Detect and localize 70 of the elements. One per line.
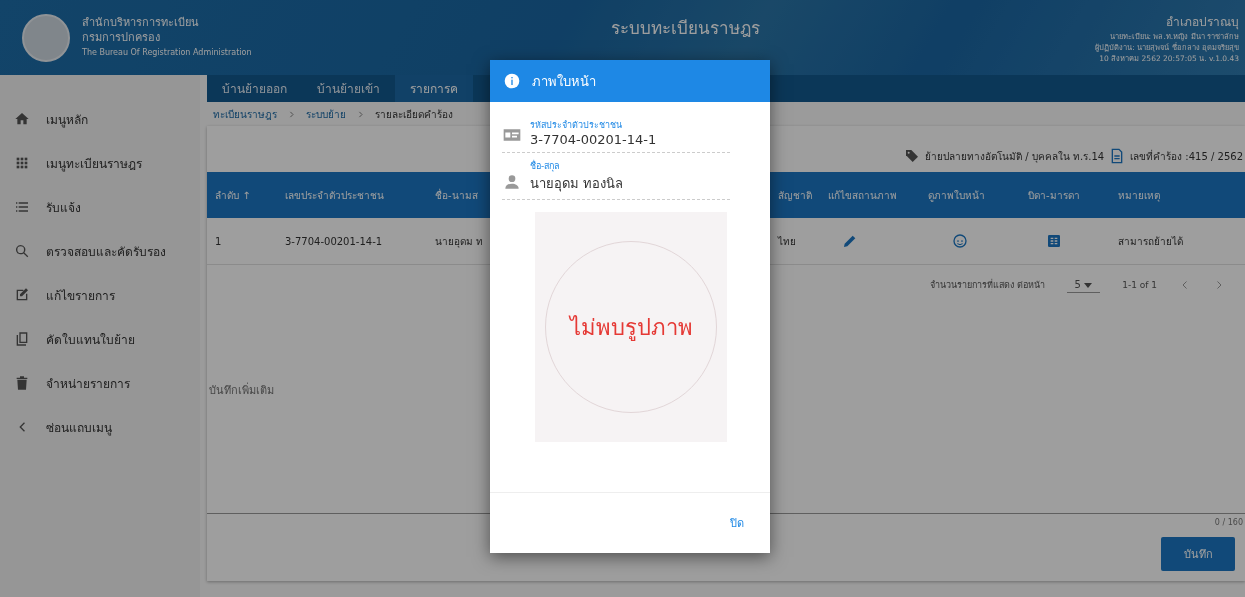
- no-photo-text: ไม่พบรูปภาพ: [569, 313, 693, 343]
- table-cell: นายอุดม ท: [435, 235, 484, 247]
- rows-per-page-select[interactable]: 5: [1066, 277, 1101, 293]
- rows-per-page-label: จำนวนรายการที่แสดง ต่อหน้า: [929, 278, 1045, 292]
- tab[interactable]: รายการค: [395, 75, 473, 102]
- menu-item-icon: [14, 111, 30, 127]
- sidebar-item[interactable]: รับแจ้ง: [0, 185, 200, 229]
- menu-item-icon: [14, 155, 30, 171]
- column-header[interactable]: ดูภาพใบหน้า: [920, 172, 1020, 218]
- app-title: ระบบทะเบียนราษฎร: [610, 17, 761, 40]
- page-range: 1-1 of 1: [1122, 280, 1157, 290]
- menu-label: ตรวจสอบและคัดรับรอง: [46, 243, 166, 261]
- menu-label: ซ่อนแถบเมนู: [46, 419, 112, 437]
- column-header[interactable]: หมายเหตุ: [1110, 172, 1245, 218]
- menu-item-icon: [14, 199, 30, 215]
- column-header[interactable]: ลำดับ ↑: [207, 172, 277, 218]
- sidebar-item[interactable]: เมนูหลัก: [0, 97, 200, 141]
- character-counter: 0 / 160: [1213, 517, 1244, 529]
- breadcrumb-link[interactable]: รายละเอียดคำร้อง: [375, 106, 453, 122]
- org-name: The Bureau Of Registration Administration: [82, 47, 253, 59]
- menu-label: จำหน่ายรายการ: [46, 375, 130, 393]
- menu-label: เมนูหลัก: [46, 111, 88, 129]
- tag-icon: [904, 148, 921, 164]
- table-cell: 3-7704-00201-14-1: [285, 235, 383, 247]
- field-label: รหัสประจำตัวประชาชน: [530, 119, 623, 132]
- emblem-logo: [22, 13, 70, 62]
- breadcrumb-link[interactable]: ระบบย้าย: [306, 106, 346, 122]
- menu-item-icon: [14, 243, 30, 259]
- dialog-title: ภาพใบหน้า: [532, 72, 596, 91]
- breadcrumb-link[interactable]: ทะเบียนราษฎร: [213, 106, 277, 122]
- person-icon: [502, 172, 522, 192]
- menu-item-icon: [14, 287, 30, 303]
- office-name: อำเภอปราณบุ: [1166, 13, 1239, 31]
- column-header[interactable]: แก้ไขสถานภาพ: [820, 172, 920, 218]
- face-icon[interactable]: [952, 233, 968, 249]
- request-type: ย้ายปลายทางอัตโนมัติ / บุคคลใน ท.ร.14: [925, 149, 1105, 164]
- menu-label: แก้ไขรายการ: [46, 287, 115, 305]
- menu-label: รับแจ้ง: [46, 199, 81, 217]
- menu-label: เมนูทะเบียนราษฎร: [46, 155, 142, 173]
- menu-item-icon: [14, 331, 30, 347]
- tab[interactable]: บ้านย้ายออก: [207, 75, 302, 102]
- column-header[interactable]: เลขประจำตัวประชาชน: [277, 172, 427, 218]
- table-cell: สามารถย้ายได้: [1118, 235, 1183, 247]
- menu-label: คัดใบแทนใบย้าย: [46, 331, 135, 349]
- save-button[interactable]: บันทึก: [1161, 537, 1235, 571]
- sidebar-item[interactable]: จำหน่ายรายการ: [0, 361, 200, 405]
- menu-item-icon: [14, 375, 30, 391]
- column-header[interactable]: สัญชาติ: [770, 172, 820, 218]
- table-cell: 1: [215, 235, 222, 247]
- dropdown-caret-icon: [1084, 283, 1093, 288]
- table-cell: ไทย: [778, 235, 796, 247]
- pencil-icon[interactable]: [842, 233, 858, 249]
- field-label: ชื่อ-สกุล: [530, 159, 562, 173]
- sidebar-item[interactable]: ตรวจสอบและคัดรับรอง: [0, 229, 200, 273]
- book-icon[interactable]: [1046, 233, 1062, 249]
- chevron-right-icon: [287, 109, 296, 119]
- org-name: กรมการปกครอง: [82, 30, 161, 45]
- org-name: สำนักบริหารการทะเบียน: [82, 15, 200, 30]
- column-header[interactable]: บิดา-มารดา: [1020, 172, 1110, 218]
- chevron-right-icon: [356, 109, 365, 119]
- sidebar-item[interactable]: ซ่อนแถบเมนู: [0, 405, 200, 449]
- field-value: 3-7704-00201-14-1: [530, 132, 657, 147]
- sidebar-item[interactable]: แก้ไขรายการ: [0, 273, 200, 317]
- request-number: เลขที่คำร้อง :415 / 2562: [1130, 148, 1243, 164]
- sidebar-item[interactable]: เมนูทะเบียนราษฎร: [0, 141, 200, 185]
- close-button[interactable]: ปิด: [718, 508, 756, 538]
- info-icon: [504, 73, 520, 89]
- tab[interactable]: บ้านย้ายเข้า: [302, 75, 395, 102]
- sidebar-item[interactable]: คัดใบแทนใบย้าย: [0, 317, 200, 361]
- field-value: นายอุดม ทองนิล: [530, 175, 624, 194]
